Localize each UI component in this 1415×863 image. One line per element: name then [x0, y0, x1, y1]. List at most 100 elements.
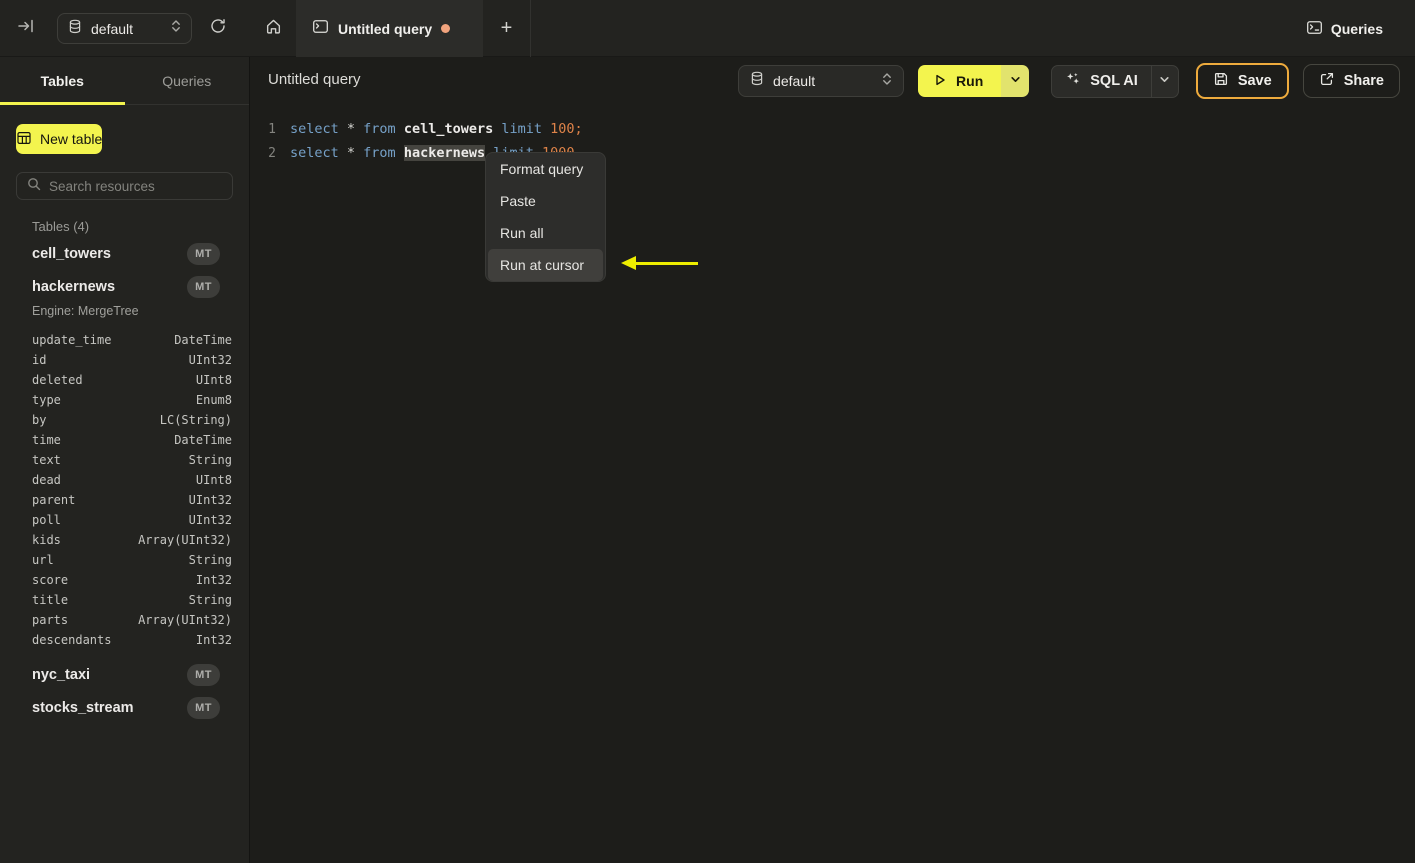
column-type: Array(UInt32): [138, 613, 232, 627]
chevron-down-icon: [1010, 72, 1021, 90]
sql-console-app: default Untitled query + Queries Tables …: [0, 0, 1415, 863]
column-row: title String: [0, 590, 249, 610]
database-selector-toolbar[interactable]: default: [738, 65, 905, 97]
table-row[interactable]: hackernews MT: [0, 274, 249, 300]
column-row: type Enum8: [0, 390, 249, 410]
search-resources-input[interactable]: [49, 178, 226, 194]
database-selector-value: default: [91, 20, 134, 37]
tab-label: Untitled query: [338, 20, 433, 37]
engine-badge: MT: [187, 697, 220, 719]
home-button[interactable]: [250, 0, 296, 57]
terminal-icon: [312, 18, 329, 40]
queries-button-top[interactable]: Queries: [1306, 0, 1383, 57]
sql-ai-options-button[interactable]: [1150, 65, 1178, 97]
share-button[interactable]: Share: [1302, 64, 1400, 98]
menu-item-format-query[interactable]: Format query: [486, 153, 605, 185]
save-button[interactable]: Save: [1195, 63, 1289, 99]
sql-ai-button-label: SQL AI: [1090, 73, 1138, 89]
column-type: String: [188, 453, 232, 467]
collapse-sidebar-button[interactable]: [16, 18, 36, 38]
query-toolbar: Untitled query default Run SQL AI Save S…: [251, 57, 1415, 105]
unsaved-indicator-dot: [441, 24, 451, 33]
menu-item-paste[interactable]: Paste: [486, 185, 605, 217]
column-row: deleted UInt8: [0, 370, 249, 390]
table-row[interactable]: nyc_taxi MT: [0, 662, 249, 688]
column-type: String: [188, 593, 232, 607]
query-title: Untitled query: [268, 71, 361, 88]
column-name: descendants: [32, 633, 112, 647]
column-type: UInt8: [195, 373, 232, 387]
sql-ai-split-button: SQL AI: [1051, 64, 1179, 98]
active-tab-underline: [0, 102, 125, 105]
column-name: score: [32, 573, 69, 587]
code-lines: 1 select * from cell_towers limit 100; 2 se…: [251, 105, 1415, 165]
database-selector-top[interactable]: default: [57, 13, 192, 44]
table-name: nyc_taxi: [32, 667, 91, 683]
column-row: poll UInt32: [0, 510, 249, 530]
run-button-label: Run: [956, 73, 984, 89]
column-row: dead UInt8: [0, 470, 249, 490]
column-type: DateTime: [174, 433, 232, 447]
column-row: time DateTime: [0, 430, 249, 450]
column-type: UInt32: [188, 493, 232, 507]
table-name: stocks_stream: [32, 700, 134, 716]
table-name: cell_towers: [32, 246, 111, 262]
column-type: Int32: [195, 573, 232, 587]
menu-item-run-at-cursor[interactable]: Run at cursor: [488, 249, 603, 281]
columns-list: update_time DateTime id UInt32 deleted UInt8 t…: [0, 330, 249, 650]
save-button-label: Save: [1237, 73, 1272, 89]
chevron-down-icon: [1159, 72, 1170, 90]
sidebar-tab-queries[interactable]: Queries: [125, 57, 250, 104]
database-icon: [68, 19, 82, 39]
play-icon: [933, 73, 947, 90]
sidebar-tabs: Tables Queries: [0, 57, 249, 105]
share-icon: [1319, 71, 1335, 91]
code-line[interactable]: 2select * from hackernews limit 1000: [251, 141, 1415, 165]
new-table-button[interactable]: New table: [16, 124, 103, 154]
column-name: by: [32, 413, 47, 427]
sql-editor[interactable]: 1 select * from cell_towers limit 100; 2 se…: [251, 105, 1415, 863]
menu-item-run-all[interactable]: Run all: [486, 217, 605, 249]
table-row[interactable]: cell_towers MT: [0, 241, 249, 267]
tables-section-label: Tables (4): [32, 219, 90, 234]
column-row: descendants Int32: [0, 630, 249, 650]
column-row: id UInt32: [0, 350, 249, 370]
sql-ai-button[interactable]: SQL AI: [1052, 66, 1151, 97]
table-grid-icon: [16, 130, 32, 149]
column-row: text String: [0, 450, 249, 470]
column-type: Array(UInt32): [138, 533, 232, 547]
column-name: title: [32, 593, 69, 607]
tab-untitled-query[interactable]: Untitled query: [296, 0, 483, 57]
engine-badge: MT: [187, 664, 220, 686]
column-name: time: [32, 433, 61, 447]
column-type: LC(String): [159, 413, 232, 427]
query-tab-strip: Untitled query +: [250, 0, 531, 57]
column-type: DateTime: [174, 333, 232, 347]
column-row: update_time DateTime: [0, 330, 249, 350]
column-name: type: [32, 393, 61, 407]
column-type: UInt8: [195, 473, 232, 487]
column-name: parent: [32, 493, 76, 507]
sparkles-icon: [1065, 71, 1081, 91]
home-icon: [265, 18, 282, 40]
share-button-label: Share: [1343, 73, 1384, 89]
column-row: score Int32: [0, 570, 249, 590]
code-line[interactable]: 1 select * from cell_towers limit 100;: [251, 117, 1415, 141]
sidebar-tab-tables[interactable]: Tables: [0, 57, 125, 104]
chevron-updown-icon: [882, 72, 892, 91]
column-type: UInt32: [188, 513, 232, 527]
column-type: UInt32: [188, 353, 232, 367]
refresh-button[interactable]: [207, 17, 229, 39]
column-name: url: [32, 553, 54, 567]
column-type: Int32: [195, 633, 232, 647]
new-tab-button[interactable]: +: [483, 0, 531, 57]
run-split-button: Run: [918, 65, 1030, 97]
column-name: dead: [32, 473, 61, 487]
table-row[interactable]: stocks_stream MT: [0, 695, 249, 721]
run-options-button[interactable]: [1001, 65, 1030, 97]
line-number: 2: [268, 145, 276, 161]
database-icon: [750, 71, 764, 91]
collapse-sidebar-icon: [17, 17, 35, 40]
toolbar-actions: default Run SQL AI Save Share: [738, 57, 1400, 105]
run-button[interactable]: Run: [918, 65, 1002, 97]
